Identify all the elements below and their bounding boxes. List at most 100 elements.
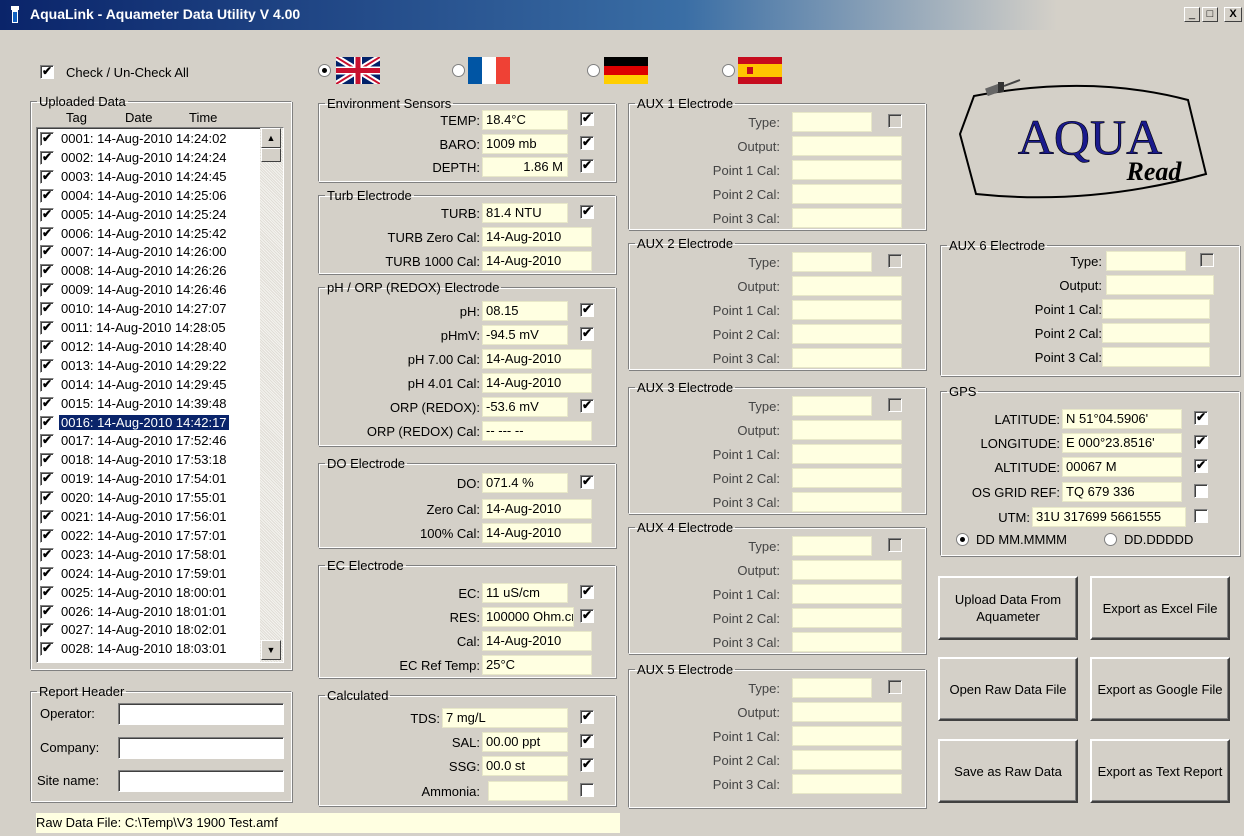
uploaded-data-list[interactable]: ✔ 0001: 14-Aug-2010 14:24:02 ✔ 0002: 14-Aug… — [36, 127, 284, 663]
phmv-checkbox[interactable]: ✔ — [580, 327, 594, 341]
list-item-checkbox[interactable]: ✔ — [40, 188, 54, 203]
latitude-checkbox[interactable]: ✔ — [1194, 411, 1208, 425]
list-item-checkbox[interactable]: ✔ — [40, 491, 54, 506]
gps-format-dd-mm-radio[interactable] — [956, 533, 969, 546]
list-item[interactable]: ✔ 0007: 14-Aug-2010 14:26:00 — [37, 243, 257, 261]
list-item[interactable]: ✔ 0010: 14-Aug-2010 14:27:07 — [37, 300, 257, 318]
list-item-checkbox[interactable]: ✔ — [40, 547, 54, 562]
list-item-checkbox[interactable]: ✔ — [40, 585, 54, 600]
list-item[interactable]: ✔ 0002: 14-Aug-2010 14:24:24 — [37, 149, 257, 167]
list-item-checkbox[interactable]: ✔ — [40, 150, 54, 165]
depth-checkbox[interactable]: ✔ — [580, 159, 594, 173]
check-all-checkbox[interactable]: ✔ — [40, 65, 54, 79]
export-google-button[interactable]: Export as Google File — [1090, 657, 1230, 721]
operator-input[interactable] — [118, 703, 284, 725]
aux5-checkbox[interactable] — [888, 680, 902, 694]
aux1-checkbox[interactable] — [888, 114, 902, 128]
list-item-checkbox[interactable]: ✔ — [40, 604, 54, 619]
list-item[interactable]: ✔ 0013: 14-Aug-2010 14:29:22 — [37, 357, 257, 375]
site-name-input[interactable] — [118, 770, 284, 792]
list-item[interactable]: ✔ 0011: 14-Aug-2010 14:28:05 — [37, 319, 257, 337]
list-item-checkbox[interactable]: ✔ — [40, 396, 54, 411]
list-item[interactable]: ✔ 0021: 14-Aug-2010 17:56:01 — [37, 508, 257, 526]
list-item[interactable]: ✔ 0015: 14-Aug-2010 14:39:48 — [37, 395, 257, 413]
sal-checkbox[interactable]: ✔ — [580, 734, 594, 748]
list-item[interactable]: ✔ 0009: 14-Aug-2010 14:26:46 — [37, 281, 257, 299]
list-item-checkbox[interactable]: ✔ — [40, 226, 54, 241]
list-item[interactable]: ✔ 0028: 14-Aug-2010 18:03:01 — [37, 640, 257, 658]
list-item-checkbox[interactable]: ✔ — [40, 642, 54, 657]
list-item-checkbox[interactable]: ✔ — [40, 377, 54, 392]
utm-checkbox[interactable] — [1194, 509, 1208, 523]
list-item[interactable]: ✔ 0008: 14-Aug-2010 14:26:26 — [37, 262, 257, 280]
list-item[interactable]: ✔ 0026: 14-Aug-2010 18:01:01 — [37, 603, 257, 621]
list-item[interactable]: ✔ 0005: 14-Aug-2010 14:25:24 — [37, 206, 257, 224]
list-item-checkbox[interactable]: ✔ — [40, 283, 54, 298]
list-item-checkbox[interactable]: ✔ — [40, 623, 54, 638]
list-item[interactable]: ✔ 0022: 14-Aug-2010 17:57:01 — [37, 527, 257, 545]
gps-format-dd-radio[interactable] — [1104, 533, 1117, 546]
company-input[interactable] — [118, 737, 284, 759]
list-item-checkbox[interactable]: ✔ — [40, 321, 54, 335]
list-item[interactable]: ✔ 0025: 14-Aug-2010 18:00:01 — [37, 584, 257, 602]
language-radio-english[interactable] — [318, 64, 331, 77]
orp-checkbox[interactable]: ✔ — [580, 399, 594, 413]
list-item[interactable]: ✔ 0014: 14-Aug-2010 14:29:45 — [37, 376, 257, 394]
ec-checkbox[interactable]: ✔ — [580, 585, 594, 599]
list-item[interactable]: ✔ 0012: 14-Aug-2010 14:28:40 — [37, 338, 257, 356]
longitude-checkbox[interactable]: ✔ — [1194, 435, 1208, 449]
close-button[interactable]: X — [1224, 7, 1242, 22]
ammonia-checkbox[interactable] — [580, 783, 594, 797]
list-item-checkbox[interactable]: ✔ — [40, 264, 54, 279]
aux4-checkbox[interactable] — [888, 538, 902, 552]
title-bar[interactable]: AquaLink - Aquameter Data Utility V 4.00… — [0, 0, 1244, 30]
list-item[interactable]: ✔ 0018: 14-Aug-2010 17:53:18 — [37, 451, 257, 469]
list-item[interactable]: ✔ 0027: 14-Aug-2010 18:02:01 — [37, 621, 257, 639]
list-item-checkbox[interactable]: ✔ — [40, 453, 54, 468]
scroll-down-button[interactable]: ▼ — [261, 640, 281, 660]
list-item-checkbox[interactable]: ✔ — [40, 510, 54, 524]
list-item-checkbox[interactable]: ✔ — [40, 566, 54, 581]
os-grid-ref-checkbox[interactable] — [1194, 484, 1208, 498]
turb-checkbox[interactable]: ✔ — [580, 205, 594, 219]
list-item-checkbox[interactable]: ✔ — [40, 339, 54, 354]
list-item[interactable]: ✔ 0019: 14-Aug-2010 17:54:01 — [37, 470, 257, 488]
upload-data-button[interactable]: Upload Data From Aquameter — [938, 576, 1078, 640]
list-item[interactable]: ✔ 0023: 14-Aug-2010 17:58:01 — [37, 546, 257, 564]
res-checkbox[interactable]: ✔ — [580, 609, 594, 623]
list-item-checkbox[interactable]: ✔ — [40, 245, 54, 260]
list-item-checkbox[interactable]: ✔ — [40, 434, 54, 449]
list-item-checkbox[interactable]: ✔ — [40, 132, 54, 146]
language-radio-spanish[interactable] — [722, 64, 735, 77]
tds-checkbox[interactable]: ✔ — [580, 710, 594, 724]
list-item-checkbox[interactable]: ✔ — [40, 415, 54, 430]
ssg-checkbox[interactable]: ✔ — [580, 758, 594, 772]
list-item[interactable]: ✔ 0004: 14-Aug-2010 14:25:06 — [37, 187, 257, 205]
temp-checkbox[interactable]: ✔ — [580, 112, 594, 126]
list-item-checkbox[interactable]: ✔ — [40, 169, 54, 184]
list-item[interactable]: ✔ 0001: 14-Aug-2010 14:24:02 — [37, 130, 257, 148]
save-raw-data-button[interactable]: Save as Raw Data — [938, 739, 1078, 803]
aux6-checkbox[interactable] — [1200, 253, 1214, 267]
maximize-button[interactable]: □ — [1202, 7, 1218, 22]
list-item[interactable]: ✔ 0020: 14-Aug-2010 17:55:01 — [37, 489, 257, 507]
scroll-thumb[interactable] — [261, 148, 281, 162]
language-radio-german[interactable] — [587, 64, 600, 77]
list-item[interactable]: ✔ 0024: 14-Aug-2010 17:59:01 — [37, 565, 257, 583]
export-excel-button[interactable]: Export as Excel File — [1090, 576, 1230, 640]
export-text-report-button[interactable]: Export as Text Report — [1090, 739, 1230, 803]
list-item-checkbox[interactable]: ✔ — [40, 302, 54, 317]
aux3-checkbox[interactable] — [888, 398, 902, 412]
minimize-button[interactable]: _ — [1184, 7, 1200, 22]
scroll-up-button[interactable]: ▲ — [261, 128, 281, 148]
do-checkbox[interactable]: ✔ — [580, 475, 594, 489]
list-item-checkbox[interactable]: ✔ — [40, 528, 54, 543]
aux2-checkbox[interactable] — [888, 254, 902, 268]
list-item[interactable]: ✔ 0003: 14-Aug-2010 14:24:45 — [37, 168, 257, 186]
list-scrollbar[interactable]: ▲ ▼ — [260, 128, 283, 662]
list-item[interactable]: ✔ 0017: 14-Aug-2010 17:52:46 — [37, 432, 257, 450]
baro-checkbox[interactable]: ✔ — [580, 136, 594, 150]
open-raw-data-button[interactable]: Open Raw Data File — [938, 657, 1078, 721]
altitude-checkbox[interactable]: ✔ — [1194, 459, 1208, 473]
list-item-checkbox[interactable]: ✔ — [40, 207, 54, 222]
